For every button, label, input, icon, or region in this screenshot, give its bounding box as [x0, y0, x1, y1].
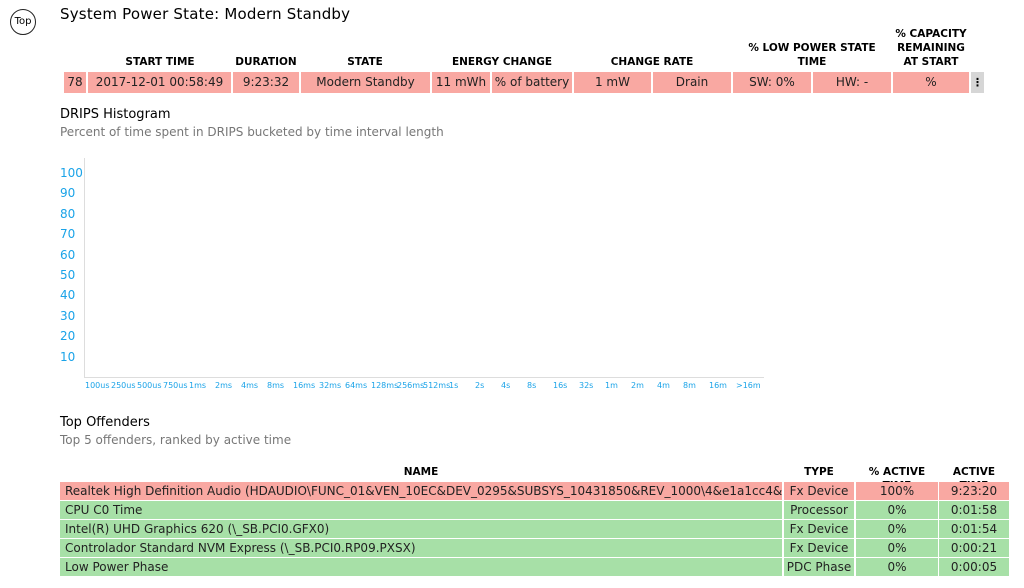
offender-row[interactable]: CPU C0 Time Processor 0% 0:01:58	[0, 501, 1024, 519]
offenders-title: Top Offenders	[60, 415, 150, 430]
header-pct-active: % ACTIVE TIME	[868, 466, 926, 492]
offender-name: Intel(R) UHD Graphics 620 (\_SB.PCI0.GFX…	[60, 520, 782, 538]
offender-pct: 0%	[856, 539, 938, 557]
x-tick-label: 16m	[709, 381, 727, 390]
offender-row[interactable]: Low Power Phase PDC Phase 0% 0:00:05	[0, 558, 1024, 576]
header-low-power: % LOW POWER STATE TIME	[748, 42, 876, 68]
offender-active-time: 9:23:20	[939, 482, 1009, 500]
y-tick-label: 30	[60, 308, 76, 323]
histogram-subtitle: Percent of time spent in DRIPS bucketed …	[60, 125, 444, 139]
y-tick-label: 50	[60, 268, 76, 282]
x-tick-label: 128ms	[371, 381, 399, 390]
x-tick-label: 256ms	[397, 381, 425, 390]
x-tick-label: 32s	[579, 381, 594, 390]
x-tick-label: 4ms	[241, 381, 259, 390]
x-tick-label: 1m	[605, 381, 618, 390]
x-tick-label: 2ms	[215, 381, 233, 390]
header-active-time: ACTIVE TIME	[952, 466, 996, 492]
offender-row[interactable]: Realtek High Definition Audio (HDAUDIO\F…	[0, 482, 1024, 500]
row-index: 78	[64, 72, 86, 93]
offender-name: Controlador Standard NVM Express (\_SB.P…	[60, 539, 782, 557]
header-duration: DURATION	[235, 56, 297, 68]
x-tick-label: 8m	[683, 381, 696, 390]
x-tick-label: 1s	[449, 381, 459, 390]
offender-name: CPU C0 Time	[60, 501, 782, 519]
x-tick-label: 100us	[85, 381, 110, 390]
header-type: TYPE	[804, 466, 834, 478]
x-tick-label: 2s	[475, 381, 485, 390]
x-tick-label: 512ms	[423, 381, 451, 390]
power-state-header: START TIME DURATION STATE ENERGY CHANGE …	[0, 26, 1024, 70]
y-tick-label: 60	[60, 247, 76, 262]
offender-row[interactable]: Controlador Standard NVM Express (\_SB.P…	[0, 539, 1024, 557]
offender-row[interactable]: Intel(R) UHD Graphics 620 (\_SB.PCI0.GFX…	[0, 520, 1024, 538]
x-tick-label: 16s	[553, 381, 568, 390]
x-tick-label: 8s	[527, 381, 537, 390]
histogram-title: DRIPS Histogram	[60, 107, 171, 122]
histogram-x-axis-line	[84, 377, 764, 378]
y-tick-label: 80	[60, 206, 76, 221]
y-tick-label: 10	[60, 349, 76, 364]
row-energy-pct: % of battery	[492, 72, 572, 93]
header-change-rate: CHANGE RATE	[610, 56, 694, 68]
x-tick-label: 4m	[657, 381, 670, 390]
offender-type: Fx Device	[784, 520, 854, 538]
x-tick-label: 1ms	[189, 381, 207, 390]
offender-name: Low Power Phase	[60, 558, 782, 576]
more-options-icon[interactable]: ⋮	[971, 72, 984, 93]
x-tick-label: 64ms	[345, 381, 368, 390]
offender-active-time: 0:01:58	[939, 501, 1009, 519]
page-title: System Power State: Modern Standby	[60, 5, 351, 23]
x-tick-label: 16ms	[293, 381, 316, 390]
offender-pct: 0%	[856, 520, 938, 538]
power-state-row[interactable]: 78 2017-12-01 00:58:49 9:23:32 Modern St…	[0, 72, 1024, 93]
offender-name: Realtek High Definition Audio (HDAUDIO\F…	[60, 482, 782, 500]
y-tick-label: 40	[60, 288, 76, 303]
offender-active-time: 0:01:54	[939, 520, 1009, 538]
y-tick-label: 20	[60, 329, 76, 344]
x-tick-label: 750us	[163, 381, 188, 390]
offender-type: PDC Phase	[784, 558, 854, 576]
y-tick-label: 70	[60, 227, 76, 242]
row-duration: 9:23:32	[233, 72, 299, 93]
header-capacity: % CAPACITY REMAINING AT START	[895, 28, 967, 68]
row-state: Modern Standby	[301, 72, 430, 93]
histogram-y-axis-line	[84, 158, 85, 378]
y-tick-label: 100	[60, 166, 83, 180]
x-tick-label: 8ms	[267, 381, 285, 390]
header-name: NAME	[403, 466, 439, 478]
y-tick-label: 90	[60, 186, 76, 201]
row-capacity: %	[893, 72, 969, 93]
offender-pct: 0%	[856, 501, 938, 519]
row-start-time: 2017-12-01 00:58:49	[88, 72, 231, 93]
header-start-time: START TIME	[125, 56, 195, 68]
offender-type: Fx Device	[784, 539, 854, 557]
x-tick-label: 4s	[501, 381, 511, 390]
row-rate-type: Drain	[653, 72, 731, 93]
offender-type: Fx Device	[784, 482, 854, 500]
offender-pct: 0%	[856, 558, 938, 576]
row-energy: 11 mWh	[432, 72, 490, 93]
x-tick-label: 32ms	[319, 381, 342, 390]
header-energy-change: ENERGY CHANGE	[451, 56, 553, 68]
offenders-subtitle: Top 5 offenders, ranked by active time	[60, 433, 292, 447]
x-tick-label: 250us	[111, 381, 136, 390]
row-rate: 1 mW	[574, 72, 651, 93]
offender-pct: 100%	[856, 482, 938, 500]
row-hw: HW: -	[813, 72, 891, 93]
offender-active-time: 0:00:05	[939, 558, 1009, 576]
x-tick-label: 2m	[631, 381, 644, 390]
x-tick-label: >16m	[736, 381, 761, 390]
offender-active-time: 0:00:21	[939, 539, 1009, 557]
header-state: STATE	[347, 56, 383, 68]
offender-type: Processor	[784, 501, 854, 519]
x-tick-label: 500us	[137, 381, 162, 390]
row-sw: SW: 0%	[733, 72, 811, 93]
